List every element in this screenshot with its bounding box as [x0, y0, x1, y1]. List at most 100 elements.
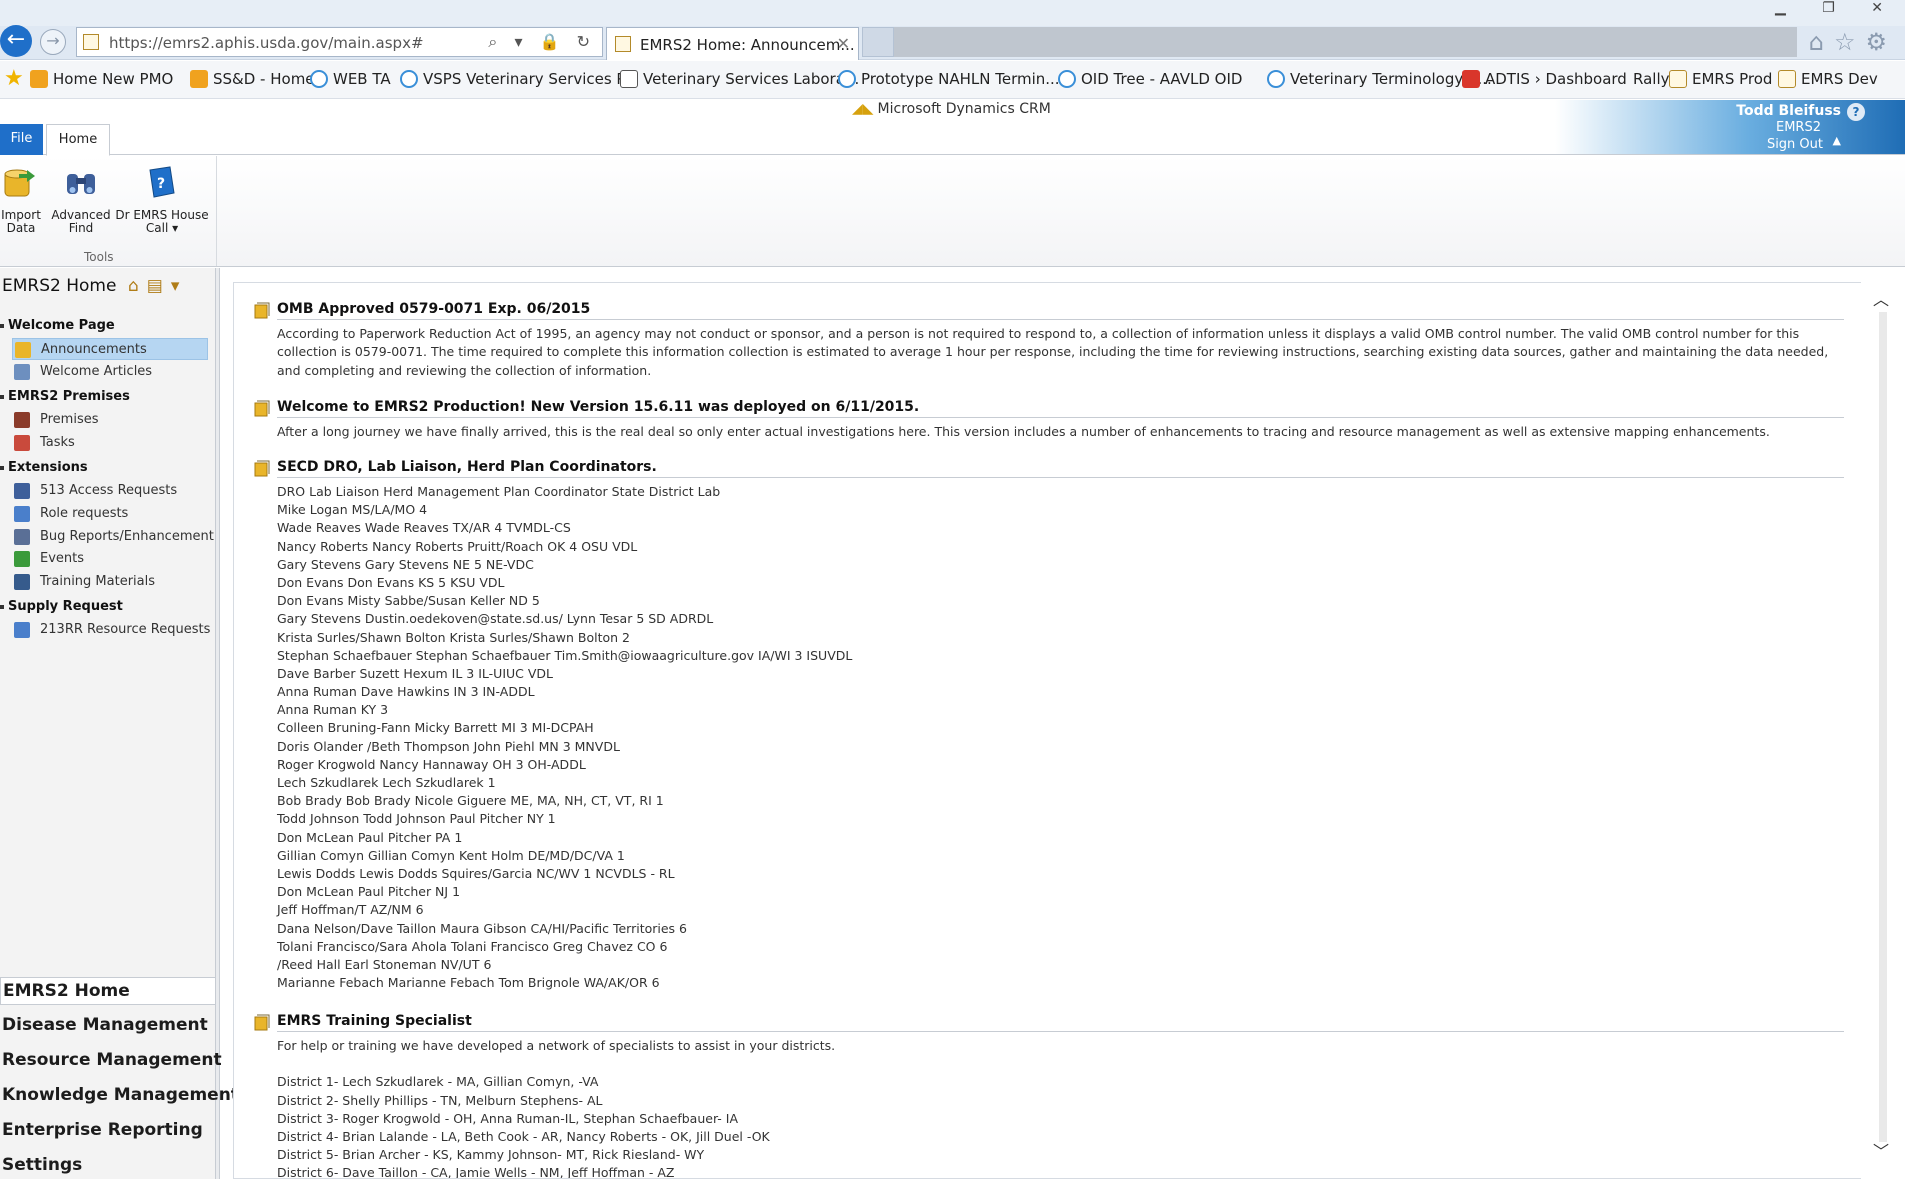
favorite-orange-icon [190, 70, 208, 88]
announcement-line: For help or training we have developed a… [277, 1038, 836, 1053]
tab-strip-empty [894, 27, 1797, 57]
browser-toolbar-icons[interactable]: ⌂☆⚙ [1809, 28, 1897, 56]
announcement-icon [254, 400, 270, 417]
area-nav-item[interactable]: Knowledge Management [0, 1082, 239, 1110]
scroll-up-icon[interactable]: ︿ [1873, 286, 1889, 310]
announcement-line: Lech Szkudlarek Lech Szkudlarek 1 [277, 775, 496, 790]
favorite-link[interactable]: OID Tree - AAVLD OID [1058, 70, 1242, 88]
favorite-link[interactable]: Veterinary Terminology S... [1267, 70, 1492, 88]
close-tab-icon[interactable]: ✕ [837, 34, 850, 53]
announcement-line: Roger Krogwold Nancy Hannaway OH 3 OH-AD… [277, 756, 586, 772]
favorite-link[interactable]: SS&D - Home [190, 70, 315, 88]
nav-section-header[interactable]: Supply Request [0, 599, 123, 614]
announcement-line: Wade Reaves Wade Reaves TX/AR 4 TVMDL-CS [277, 520, 571, 536]
back-button[interactable]: ← [0, 25, 32, 57]
announcement-line: Mike Logan MS/LA/MO 4 [277, 502, 428, 518]
area-nav-item[interactable]: Settings [0, 1152, 216, 1180]
area-nav-item[interactable]: Disease Management [0, 1012, 216, 1040]
announcement-line: Doris Olander /Beth Thompson John Piehl … [277, 738, 620, 754]
announcement-icon [254, 302, 270, 319]
address-url[interactable]: https://emrs2.aphis.usda.gov/main.aspx# [109, 34, 424, 52]
home-icon[interactable]: ⌂ [128, 276, 147, 296]
favorite-ie-icon [838, 70, 856, 88]
import-data-icon [4, 169, 35, 197]
import-data-button[interactable]: Import Data [0, 164, 42, 235]
tab-file[interactable]: File [0, 124, 43, 155]
favorite-link[interactable]: ADTIS › Dashboard [1462, 70, 1627, 88]
window-controls[interactable]: ▁ ❐ ✕ [1775, 0, 1899, 16]
favorite-link[interactable]: Veterinary Services Labora... [620, 70, 859, 88]
announcement-line: Gillian Comyn Gillian Comyn Kent Holm DE… [277, 847, 625, 863]
nav-item-label: 213RR Resource Requests [40, 622, 211, 638]
favorites-star-icon[interactable]: ★ [4, 66, 24, 91]
dr-emrs-house-call-button[interactable]: ? Dr EMRS House Call ▾ [114, 164, 210, 235]
nav-item[interactable]: Training Materials [12, 571, 208, 593]
favorite-red-icon [1462, 70, 1480, 88]
scroll-down-icon[interactable]: ﹀ [1873, 1138, 1889, 1162]
nav-splitter[interactable] [216, 268, 220, 1179]
announcement-line: Don McLean Paul Pitcher NJ 1 [277, 884, 461, 900]
favorite-link[interactable]: WEB TA [310, 70, 391, 88]
announcement-line: District 1- Lech Szkudlarek - MA, Gillia… [277, 1074, 599, 1090]
nav-item[interactable]: 513 Access Requests [12, 480, 208, 502]
announcement-icon [254, 460, 270, 477]
recent-items-icon[interactable]: ▤▾ [147, 276, 188, 296]
favorite-ie-icon [1267, 70, 1285, 88]
new-tab-button[interactable] [862, 27, 894, 57]
favorite-label: EMRS Prod [1692, 70, 1773, 88]
nav-item[interactable]: Role requests [12, 503, 208, 525]
nav-item-label: Announcements [41, 342, 147, 357]
tab-home[interactable]: Home [46, 124, 110, 156]
nav-item[interactable]: Welcome Articles [12, 361, 208, 383]
advanced-find-button[interactable]: Advanced Find [50, 164, 112, 235]
favorite-link[interactable]: EMRS Dev [1778, 70, 1878, 88]
help-icon[interactable]: ? [1847, 103, 1865, 121]
left-navigation [0, 268, 216, 1179]
favorite-link[interactable]: EMRS Prod [1669, 70, 1772, 88]
nav-item[interactable]: Premises [12, 409, 208, 431]
announcement-body: According to Paperwork Reduction Act of … [277, 326, 1829, 378]
favorite-crm-icon [1669, 70, 1687, 88]
announcement-line: Don McLean Paul Pitcher PA 1 [277, 829, 463, 845]
address-bar[interactable]: https://emrs2.aphis.usda.gov/main.aspx# … [76, 27, 603, 57]
nav-item-label: Role requests [40, 506, 129, 521]
favorite-link[interactable]: Rally [1633, 70, 1670, 88]
area-nav-item[interactable]: Resource Management [0, 1047, 222, 1075]
announcement-line: District 5- Brian Archer - KS, Kammy Joh… [277, 1147, 705, 1163]
scrollbar-track[interactable] [1879, 312, 1887, 1142]
nav-item[interactable]: Announcements [12, 338, 208, 360]
nav-item[interactable]: Bug Reports/Enhancement [12, 526, 214, 548]
nav-section-header[interactable]: Extensions [0, 460, 88, 475]
area-nav-item[interactable]: EMRS2 Home [0, 977, 216, 1005]
favorite-link[interactable]: Prototype NAHLN Termin... [838, 70, 1060, 88]
window-titlebar [0, 0, 1905, 26]
announcement-body: For help or training we have developed a… [277, 1037, 1844, 1178]
favorite-crm-icon [1778, 70, 1796, 88]
favorite-label: ADTIS › Dashboard [1485, 70, 1627, 88]
nav-item[interactable]: Tasks [12, 432, 208, 454]
nav-section-header[interactable]: Welcome Page [0, 318, 115, 333]
nav-item[interactable]: Events [12, 548, 208, 570]
favorite-label: SS&D - Home [213, 70, 315, 88]
content-scrollbar[interactable]: ︿ ﹀ [1861, 282, 1905, 1179]
address-controls[interactable]: ⌕ ▾ 🔒 ↻ [488, 32, 596, 52]
announcement-line: Dana Nelson/Dave Taillon Maura Gibson CA… [277, 920, 687, 936]
forward-button[interactable]: → [40, 29, 66, 55]
announcement-line: District 4- Brian Lalande - LA, Beth Coo… [277, 1128, 770, 1144]
nav-item[interactable]: 213RR Resource Requests [12, 619, 211, 641]
svg-text:?: ? [157, 176, 165, 192]
announcement-line: Gary Stevens Gary Stevens NE 5 NE-VDC [277, 556, 534, 572]
favorite-link[interactable]: VSPS Veterinary Services P... [400, 70, 637, 88]
nav-title-icons[interactable]: ⌂▤▾ [128, 276, 187, 296]
announcement-line: District 2- Shelly Phillips - TN, Melbur… [277, 1092, 603, 1108]
user-name[interactable]: Todd Bleifuss [1736, 103, 1841, 119]
browser-tab[interactable]: EMRS2 Home: Announcem... ✕ [606, 27, 859, 60]
nav-section-header[interactable]: EMRS2 Premises [0, 389, 130, 404]
favorite-link[interactable]: Home New PMO [30, 70, 173, 88]
announcement-title: SECD DRO, Lab Liaison, Herd Plan Coordin… [277, 459, 1844, 478]
favorite-ie-icon [1058, 70, 1076, 88]
announcement-line: Don Evans Misty Sabbe/Susan Keller ND 5 [277, 593, 540, 609]
crm-logo: ◢◣ Microsoft Dynamics CRM [852, 101, 1051, 117]
area-nav-item[interactable]: Enterprise Reporting [0, 1117, 216, 1145]
nav-item-icon [14, 506, 30, 522]
